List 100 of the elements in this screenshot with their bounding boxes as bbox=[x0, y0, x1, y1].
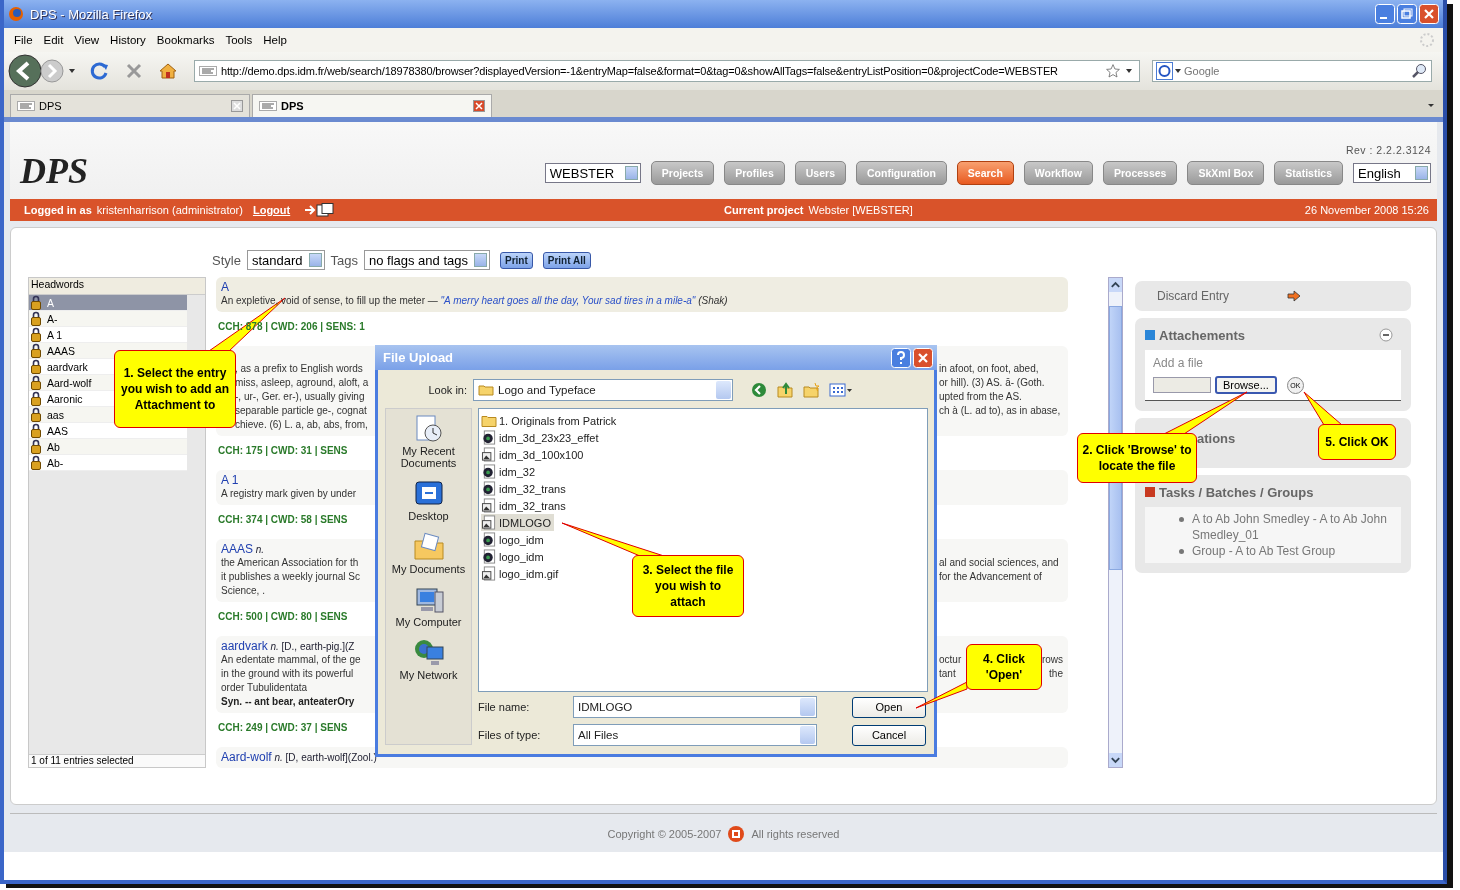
status-text: 1 of 11 entries selected bbox=[29, 754, 205, 767]
directory-entry[interactable]: idm_3d_100x100 bbox=[481, 446, 587, 463]
place-item[interactable]: My Network bbox=[388, 637, 469, 681]
place-item[interactable]: My Computer bbox=[388, 584, 469, 628]
menu-item[interactable]: Tools bbox=[221, 32, 260, 48]
headword-item[interactable]: A- bbox=[29, 311, 187, 327]
definition-text: tant bbox=[939, 667, 956, 681]
definition-text: al and social sciences, and bbox=[939, 556, 1059, 570]
directory-entry[interactable]: logo_idm bbox=[481, 548, 547, 565]
entry-stats: CCH: 878 | CWD: 206 | SENS: 1 bbox=[218, 321, 365, 332]
callout-tooltip: 3. Select the file you wish to attach bbox=[632, 555, 744, 617]
tags-select[interactable]: no flags and tags bbox=[363, 250, 490, 270]
logged-in-label: Logged in as bbox=[24, 204, 92, 216]
definition-text: upted from the AS. bbox=[939, 390, 1022, 404]
copyright-text: Copyright © 2005-2007 bbox=[607, 828, 722, 840]
definition-text: rows bbox=[1041, 653, 1063, 667]
look-in-label: Look in: bbox=[427, 384, 467, 396]
logout-link[interactable]: Logout bbox=[252, 204, 291, 216]
user-name: kristenharrison (administrator) bbox=[96, 204, 243, 216]
dialog-title: File Upload bbox=[383, 350, 454, 365]
definition-text: for the Advancement of bbox=[939, 570, 1042, 584]
definition-text: octur bbox=[939, 653, 962, 667]
headword-item[interactable]: A 1 bbox=[29, 327, 187, 343]
print-button[interactable]: Print bbox=[500, 251, 533, 269]
entry-stats: CCH: 249 | CWD: 37 | SENS bbox=[218, 722, 348, 733]
list-header: Headwords bbox=[29, 278, 205, 295]
definition-text: Science, . bbox=[221, 585, 265, 596]
style-select[interactable]: standard bbox=[246, 250, 325, 270]
directory-entry[interactable]: idm_32 bbox=[481, 463, 539, 480]
headword-item[interactable]: Ab bbox=[29, 439, 187, 455]
file-type-label: Files of type: bbox=[478, 729, 542, 741]
tags-label: Tags bbox=[330, 252, 358, 268]
directory-entry[interactable]: idm_32_trans bbox=[481, 497, 569, 514]
definition-text: miss, asleep, aground, aloft, a bbox=[235, 377, 369, 388]
directory-entry[interactable]: IDMLOGO bbox=[481, 514, 554, 531]
task-link[interactable]: Group - A to Ab Test Group bbox=[1192, 543, 1336, 559]
entry-headword[interactable]: AAAS n. bbox=[221, 542, 265, 556]
cancel-button[interactable]: Cancel bbox=[852, 724, 926, 746]
menu-item[interactable]: History bbox=[106, 32, 153, 48]
directory-entry[interactable]: logo_idm.gif bbox=[481, 565, 562, 582]
file-name-field[interactable]: IDMLOGO bbox=[573, 696, 817, 718]
definition-text: order Tubulidentata bbox=[221, 682, 308, 693]
callout-tooltip: 1. Select the entry you wish to add an Attachment to bbox=[114, 350, 236, 428]
entry-stats: CCH: 374 | CWD: 58 | SENS bbox=[218, 514, 348, 525]
menu-item[interactable]: Edit bbox=[39, 32, 71, 48]
entry-definition: An expletive, void of sense, to fill up the meter — "A merry heart goes all the day, Your sad tires in a mile-a" (Shak) bbox=[221, 294, 728, 308]
definition-text: A registry mark given by under bbox=[221, 488, 357, 499]
look-in-select[interactable]: Logo and Typeface bbox=[473, 379, 733, 401]
menu-item[interactable]: File bbox=[10, 32, 40, 48]
panel-title: Attachements bbox=[1159, 327, 1245, 343]
definition-text: in afoot, on foot, abed, bbox=[939, 362, 1039, 376]
definition-text: or hill). (3) AS. ā- (Goth. bbox=[939, 376, 1045, 390]
definition-text: it publishes a weekly journal Sc bbox=[221, 571, 360, 582]
revision-label: Rev : 2.2.2.3124 bbox=[1345, 144, 1431, 156]
open-button[interactable]: Open bbox=[852, 696, 926, 718]
menu-item[interactable]: View bbox=[70, 32, 107, 48]
browser-tab[interactable]: DPS bbox=[10, 94, 250, 117]
browse-button[interactable]: Browse... bbox=[1215, 376, 1277, 394]
discard-link[interactable]: Discard Entry bbox=[1157, 289, 1230, 303]
browser-tab[interactable]: DPS bbox=[252, 94, 492, 117]
project-name: Webster [WEBSTER] bbox=[808, 204, 913, 216]
definition-text: separable particle ge-, cognat bbox=[235, 405, 367, 416]
menu-item[interactable]: Bookmarks bbox=[152, 32, 222, 48]
callout-tooltip: 2. Click 'Browse' to locate the file bbox=[1077, 433, 1197, 483]
directory-entry[interactable]: logo_idm bbox=[481, 531, 547, 548]
app-logo: DPS bbox=[20, 150, 88, 193]
file-type-select[interactable]: All Files bbox=[573, 724, 817, 746]
definition-text: chieve. (6) L. a, ab, abs, from, bbox=[235, 419, 368, 430]
file-name-label: File name: bbox=[478, 701, 531, 713]
entry-headword[interactable]: Aard-wolf n. [D, earth-wolf](Zool.) bbox=[221, 750, 377, 764]
address-bar[interactable]: http://demo.dps.idm.fr/web/search/18978380/browser?displayedVersion=-1&entryMap=false&format=0&tag=0&showAllTags=false&entryListPosition=0&projectCode=WEBSTER bbox=[194, 60, 1140, 82]
directory-entry[interactable]: idm_3d_23x23_effet bbox=[481, 429, 602, 446]
definition-text: the bbox=[1049, 667, 1063, 681]
place-item[interactable]: My Recent Documents bbox=[388, 413, 469, 469]
callout-tooltip: 4. Click 'Open' bbox=[966, 644, 1042, 690]
language-select[interactable]: English bbox=[1353, 163, 1431, 183]
print-button[interactable]: Print All bbox=[542, 251, 591, 269]
place-item[interactable]: My Documents bbox=[388, 531, 469, 575]
menu-item[interactable]: Help bbox=[259, 32, 294, 48]
definition-text: , as a prefix to English words bbox=[235, 363, 363, 374]
style-label: Style bbox=[212, 252, 241, 268]
headword-item[interactable]: Ab- bbox=[29, 455, 187, 471]
entry-headword[interactable]: A 1 bbox=[221, 473, 239, 487]
place-item[interactable]: Desktop bbox=[388, 478, 469, 522]
entry-stats: CCH: 175 | CWD: 31 | SENS bbox=[218, 445, 348, 456]
entry-headword[interactable]: aardvark n. [D., earth-pig.](Z bbox=[221, 639, 355, 653]
entry-headword[interactable]: A bbox=[221, 280, 229, 294]
search-box[interactable]: Google bbox=[1152, 60, 1432, 82]
directory-entry[interactable]: idm_32_trans bbox=[481, 480, 569, 497]
project-select[interactable]: WEBSTER bbox=[544, 163, 641, 183]
definition-text: -, ur-, Ger. er-), usually giving bbox=[235, 391, 365, 402]
panel-title: Tasks / Batches / Groups bbox=[1159, 484, 1314, 500]
panel-title: ations bbox=[1197, 431, 1236, 446]
definition-text: ch à (L. ad to), as in abase, bbox=[939, 404, 1061, 418]
rights-text: All rights reserved bbox=[751, 828, 840, 840]
definition-text: the American Association for th bbox=[221, 557, 359, 568]
definition-text: An edentate mammal, of the ge bbox=[221, 654, 361, 665]
directory-entry[interactable]: 1. Originals from Patrick bbox=[481, 412, 620, 429]
task-link[interactable]: A to Ab John Smedley - A to Ab John Smedley_01 bbox=[1192, 511, 1391, 543]
synonym-text: Syn. -- ant bear, anteaterOry bbox=[221, 696, 355, 707]
